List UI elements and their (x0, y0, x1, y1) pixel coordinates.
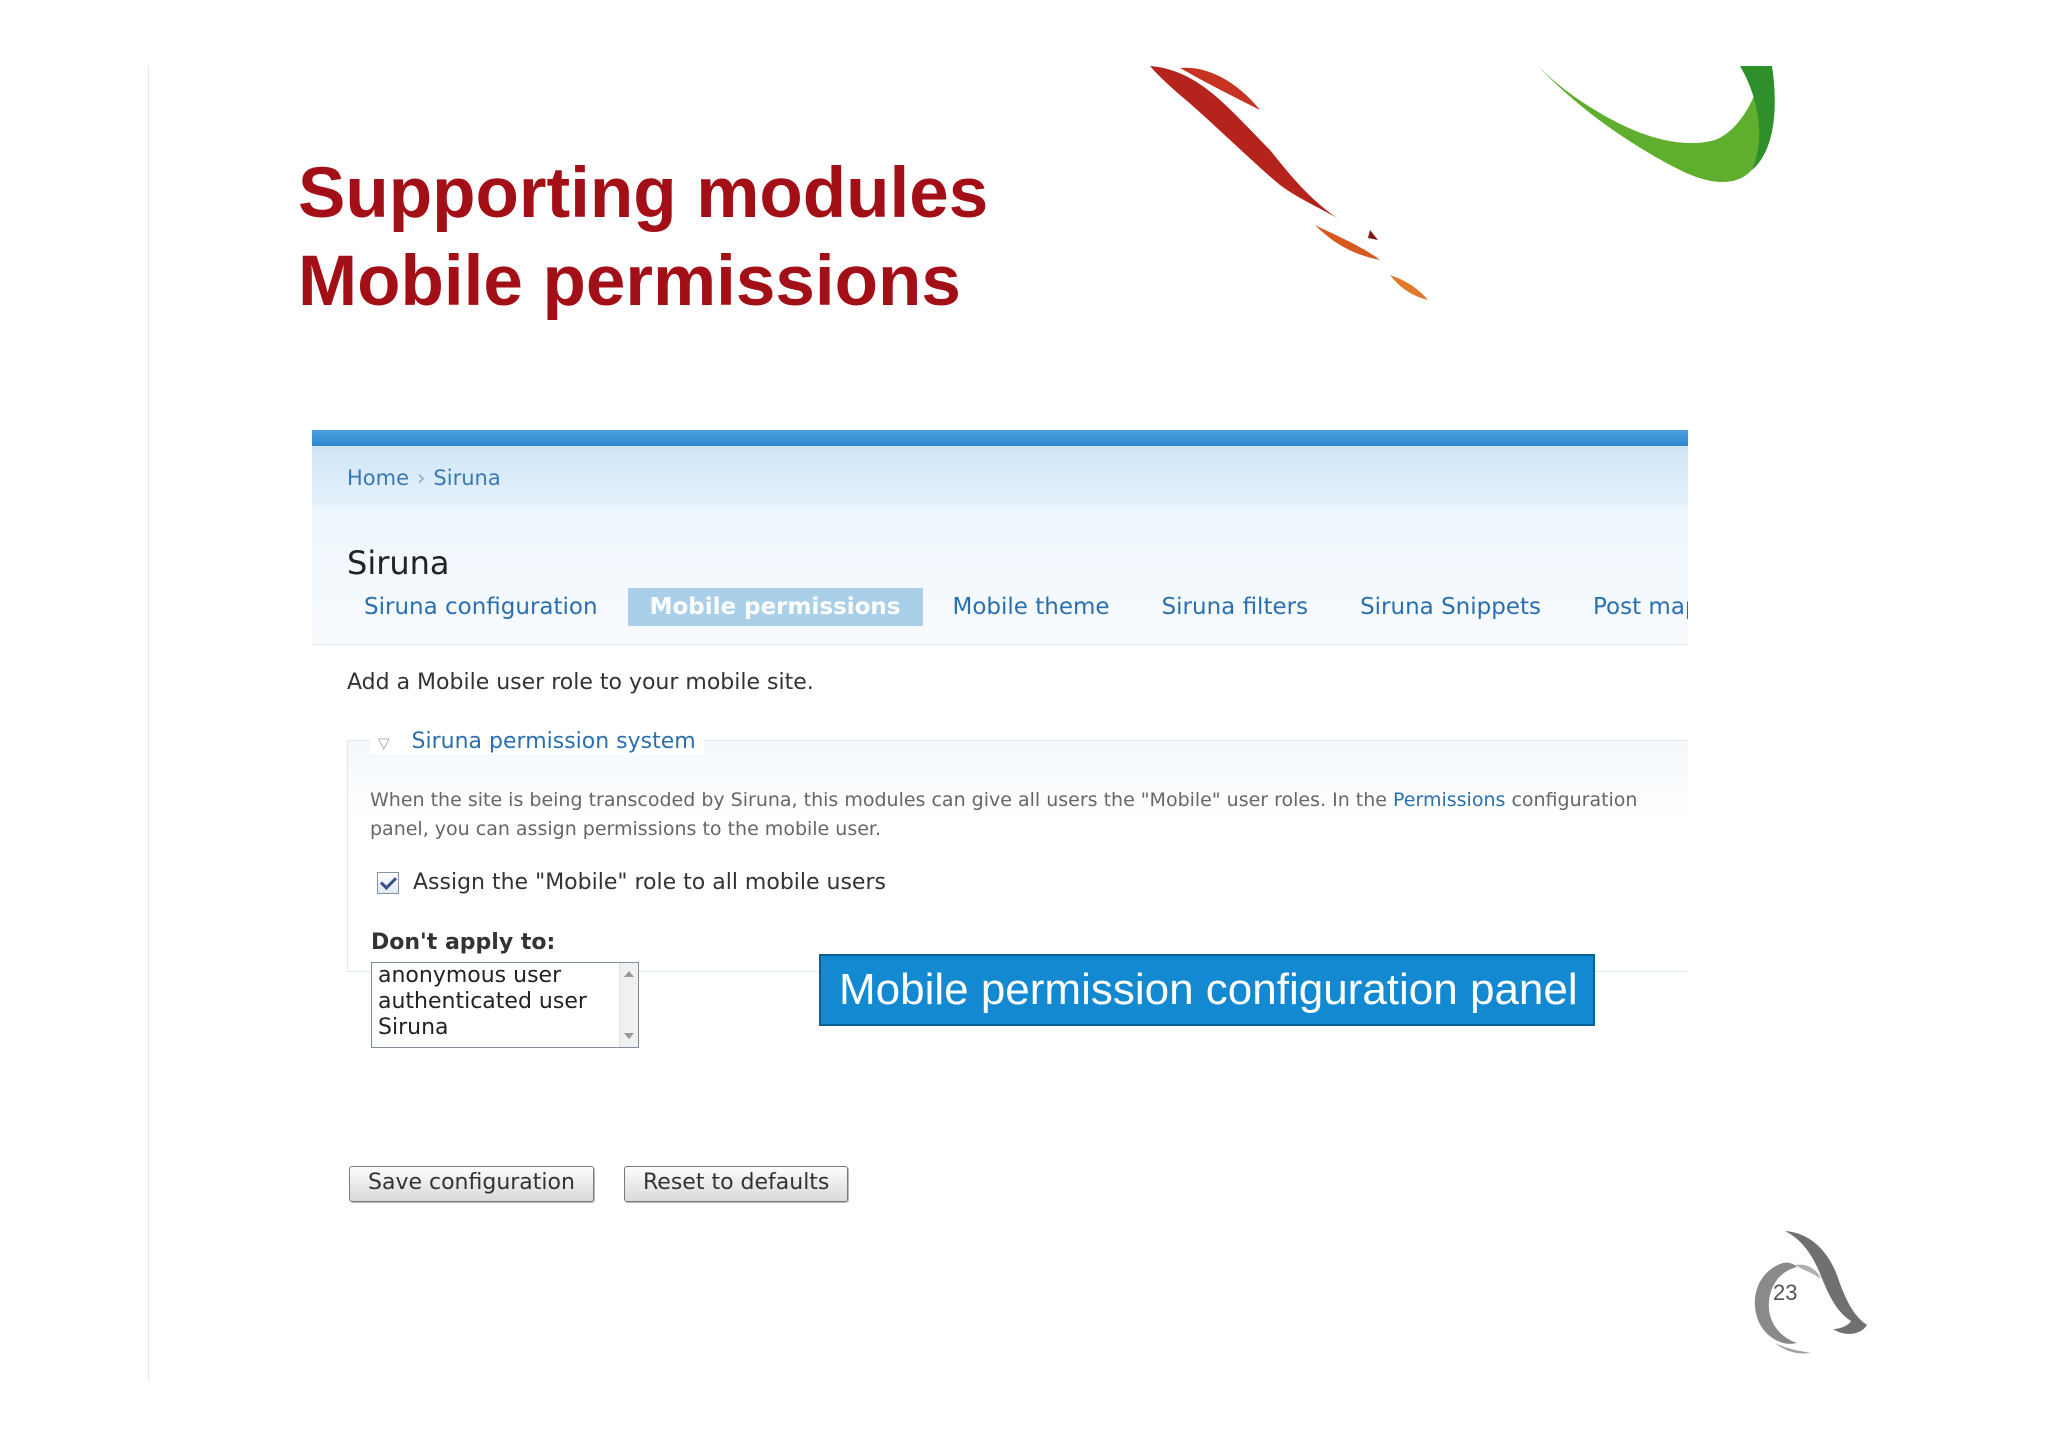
collapse-triangle-icon[interactable]: ▽ (378, 734, 390, 752)
listbox-scrollbar[interactable] (619, 963, 638, 1047)
reset-to-defaults-button[interactable]: Reset to defaults (624, 1166, 849, 1202)
save-configuration-button[interactable]: Save configuration (349, 1166, 594, 1202)
slide-title-line-2: Mobile permissions (298, 242, 961, 321)
listbox-option[interactable]: authenticated user (372, 989, 638, 1015)
listbox-option[interactable]: Siruna (372, 1015, 638, 1041)
breadcrumb-separator: › (417, 466, 426, 490)
header-bar (312, 430, 1688, 446)
mobile-role-checkbox-label[interactable]: Assign the "Mobile" role to all mobile u… (413, 870, 886, 895)
siruna-logo-icon (1754, 1231, 1867, 1354)
description-text-1: When the site is being transcoded by Sir… (370, 789, 1394, 811)
intro-text: Add a Mobile user role to your mobile si… (347, 670, 814, 695)
exclude-roles-listbox[interactable]: anonymous user authenticated user Siruna (371, 962, 639, 1048)
slide-left-rule (148, 66, 149, 1381)
tab-siruna-configuration[interactable]: Siruna configuration (342, 588, 620, 626)
tab-mobile-permissions[interactable]: Mobile permissions (627, 588, 923, 626)
exclude-roles-label: Don't apply to: (371, 930, 556, 955)
permissions-link[interactable]: Permissions (1393, 789, 1505, 811)
scroll-down-arrow-icon[interactable] (624, 1033, 634, 1039)
fieldset-legend-label[interactable]: Siruna permission system (412, 729, 696, 754)
mobile-role-option: Assign the "Mobile" role to all mobile u… (377, 870, 886, 895)
slide-title-line-1: Supporting modules (298, 154, 989, 233)
slide-title: Supporting modules Mobile permissions (298, 150, 988, 326)
mobile-role-checkbox[interactable] (377, 871, 399, 894)
callout-label: Mobile permission configuration panel (819, 954, 1595, 1026)
tab-bar: Siruna configuration Mobile permissions … (342, 588, 1688, 626)
fieldset-legend[interactable]: ▽ Siruna permission system (370, 729, 704, 754)
page-number: 23 (1773, 1280, 1798, 1305)
page-title: Siruna (347, 544, 450, 582)
tab-siruna-snippets[interactable]: Siruna Snippets (1338, 588, 1563, 626)
breadcrumb-siruna-link[interactable]: Siruna (433, 466, 500, 490)
cms-screenshot: Home › Siruna Siruna Siruna configuration … (312, 430, 1688, 1210)
breadcrumb-home-link[interactable]: Home (347, 466, 409, 490)
listbox-option[interactable]: anonymous user (372, 963, 638, 989)
fieldset-description: When the site is being transcoded by Sir… (370, 786, 1660, 844)
breadcrumb: Home › Siruna (347, 466, 501, 490)
decorative-swoosh-graphic (1150, 66, 1775, 300)
tab-mobile-theme[interactable]: Mobile theme (931, 588, 1132, 626)
tab-siruna-filters[interactable]: Siruna filters (1140, 588, 1331, 626)
breadcrumb-bar (312, 446, 1688, 508)
scroll-up-arrow-icon[interactable] (624, 971, 634, 977)
tab-post-mapping[interactable]: Post mapp (1571, 588, 1688, 626)
